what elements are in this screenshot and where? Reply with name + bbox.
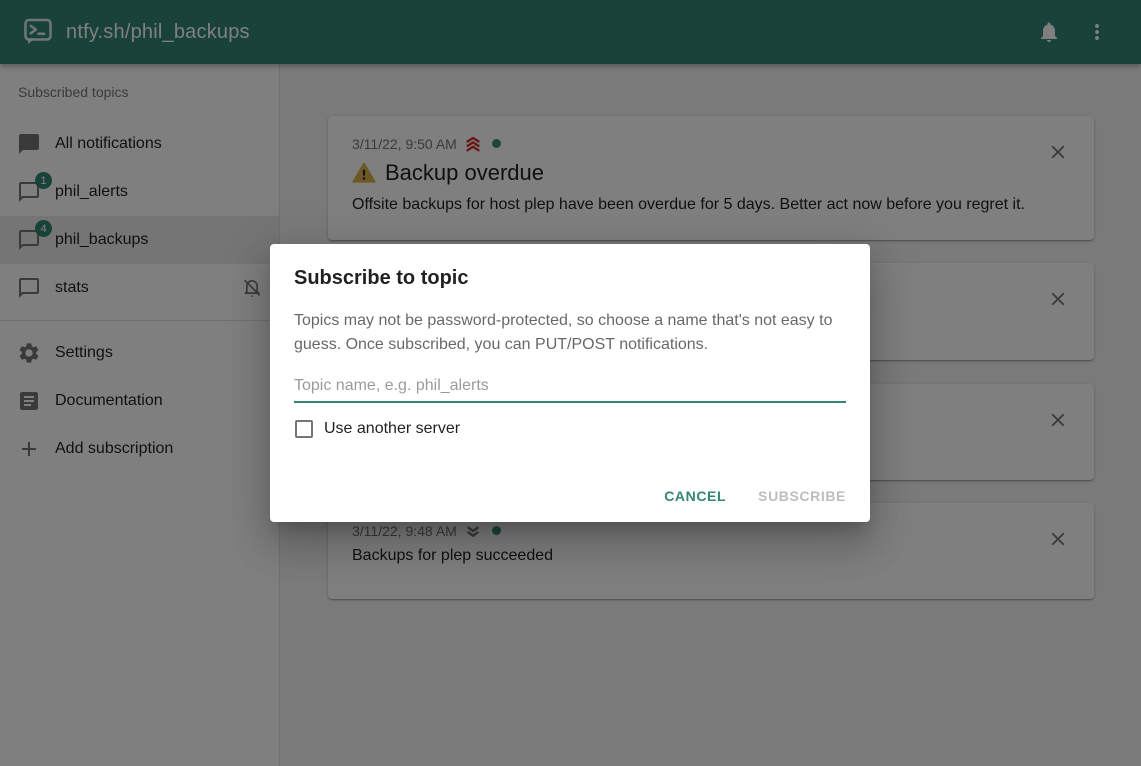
dialog-title: Subscribe to topic: [270, 244, 870, 290]
cancel-button[interactable]: CANCEL: [648, 478, 742, 514]
use-another-server-row[interactable]: Use another server: [294, 420, 846, 438]
use-another-server-checkbox[interactable]: [295, 420, 313, 438]
topic-name-input[interactable]: [294, 370, 846, 403]
dialog-actions: CANCEL SUBSCRIBE: [648, 478, 862, 514]
dialog-description: Topics may not be password-protected, so…: [270, 290, 870, 357]
subscribe-button[interactable]: SUBSCRIBE: [742, 478, 862, 514]
subscribe-dialog: Subscribe to topic Topics may not be pas…: [270, 244, 870, 522]
use-another-server-label: Use another server: [324, 420, 460, 438]
